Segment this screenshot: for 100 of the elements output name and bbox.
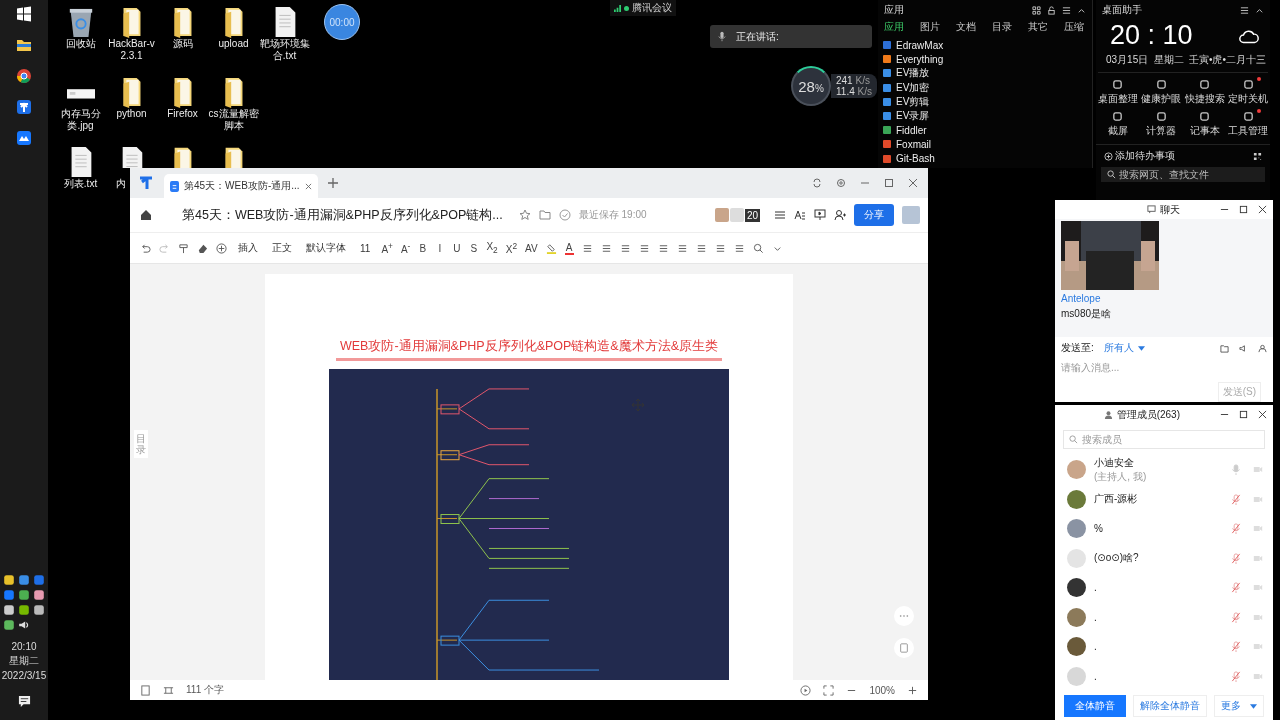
close-icon[interactable] — [1258, 205, 1267, 214]
format-toolbar-button[interactable]: A$^{+}$ — [381, 240, 393, 256]
menu-icon[interactable] — [1240, 5, 1249, 15]
paragraph-format-icon[interactable] — [619, 242, 631, 254]
tray-icon[interactable] — [3, 619, 15, 631]
paragraph-format-icon[interactable] — [581, 242, 593, 254]
more-button[interactable]: 更多 — [1213, 695, 1264, 717]
page-width-icon[interactable] — [163, 684, 174, 696]
desktop-icon-label[interactable]: 靶场环境集合.txt — [259, 38, 310, 62]
paragraph-format-icon[interactable] — [695, 242, 707, 254]
category-tab[interactable]: 其它 — [1028, 20, 1048, 34]
tool-shortcut[interactable]: 记事本 — [1183, 111, 1227, 138]
app-name[interactable]: EdrawMax — [896, 39, 944, 51]
app-name[interactable]: EV播放 — [896, 66, 930, 81]
highlighter-icon[interactable] — [545, 242, 557, 254]
user-icon[interactable] — [1258, 343, 1267, 353]
close-icon[interactable] — [908, 178, 918, 188]
unmute-all-button[interactable]: 解除全体静音 — [1133, 695, 1207, 717]
paragraph-style-dropdown[interactable]: 正文 — [272, 241, 292, 255]
format-toolbar-button[interactable]: I — [435, 242, 445, 254]
desktop-icon-label[interactable]: Firefox — [157, 108, 208, 120]
lock-icon[interactable] — [1047, 5, 1056, 15]
text-format-icon[interactable] — [794, 209, 806, 221]
tool-shortcut[interactable]: 定时关机 — [1226, 79, 1270, 106]
mute-all-button[interactable]: 全体静音 — [1064, 695, 1127, 717]
sync-icon[interactable] — [812, 178, 822, 188]
desktop-icon-label[interactable]: cs流量解密脚本 — [208, 108, 259, 132]
close-icon[interactable] — [304, 182, 312, 190]
format-toolbar-button[interactable]: S — [469, 242, 479, 254]
new-tab-icon[interactable] — [327, 178, 338, 188]
tool-shortcut[interactable]: 桌面整理 — [1096, 79, 1140, 106]
app-name[interactable]: EV加密 — [896, 80, 930, 95]
desktop-icon-label[interactable]: python — [106, 108, 157, 120]
undo-icon[interactable] — [140, 242, 151, 254]
tray-icon[interactable] — [18, 589, 30, 601]
maximize-icon[interactable] — [1239, 410, 1248, 419]
presentation-icon[interactable] — [814, 209, 826, 221]
tool-shortcut[interactable]: 截屏 — [1096, 111, 1140, 138]
app-icon[interactable] — [882, 125, 892, 136]
muted-microphone-icon[interactable] — [1231, 523, 1241, 535]
format-painter-icon[interactable] — [178, 242, 189, 254]
panel-icon[interactable] — [140, 684, 151, 696]
desktop-icon-label[interactable]: 列表.txt — [55, 178, 106, 190]
app-icon[interactable] — [882, 54, 892, 65]
format-toolbar-button[interactable]: X$_{2}$ — [486, 241, 498, 255]
tool-shortcut[interactable]: 快捷搜索 — [1183, 79, 1227, 106]
paragraph-format-icon[interactable] — [676, 242, 688, 254]
muted-microphone-icon[interactable] — [1231, 493, 1241, 505]
meeting-bar[interactable]: 腾讯会议 — [610, 0, 676, 16]
tray-icon[interactable] — [33, 589, 45, 601]
app-icon[interactable] — [882, 82, 892, 93]
paragraph-format-icon[interactable] — [714, 242, 726, 254]
maximize-icon[interactable] — [884, 178, 894, 188]
add-todo-link[interactable]: 添加待办事项 — [1115, 149, 1175, 163]
tool-shortcut[interactable]: 计算器 — [1139, 111, 1183, 138]
grid-icon[interactable] — [1032, 5, 1041, 15]
format-toolbar-button[interactable]: AV — [525, 242, 538, 254]
format-toolbar-button[interactable]: U — [452, 242, 462, 254]
tray-icon[interactable] — [3, 574, 15, 586]
recipient-dropdown[interactable]: 所有人 — [1103, 341, 1134, 355]
font-size-dropdown[interactable]: 11 — [360, 242, 371, 254]
app-name[interactable]: Fiddler — [896, 124, 927, 136]
app-icon[interactable] — [882, 96, 892, 107]
muted-microphone-icon[interactable] — [1231, 641, 1241, 653]
paragraph-format-icon[interactable] — [733, 242, 745, 254]
member-search-field[interactable]: 搜索成员 — [1063, 430, 1265, 449]
paragraph-format-icon[interactable] — [600, 242, 612, 254]
app-name[interactable]: EV剪辑 — [896, 94, 930, 109]
tool-shortcut[interactable]: 健康护眼 — [1139, 79, 1183, 106]
folder-icon[interactable] — [16, 37, 32, 53]
category-tab[interactable]: 应用 — [884, 20, 904, 34]
format-toolbar-button[interactable]: X$^{2}$ — [505, 240, 517, 256]
clock-time[interactable]: 20:10 — [11, 641, 37, 652]
app-icon[interactable] — [882, 111, 892, 122]
muted-microphone-icon[interactable] — [1231, 611, 1241, 623]
qr-code-icon[interactable] — [1253, 151, 1262, 161]
app-icon[interactable] — [16, 99, 32, 115]
collaborator-count[interactable]: 20 — [744, 208, 760, 222]
desktop-icon-label[interactable]: 内存马分类.jpg — [55, 108, 106, 132]
star-icon[interactable] — [518, 209, 531, 221]
home-icon[interactable] — [140, 209, 152, 221]
category-tab[interactable]: 文档 — [956, 20, 976, 34]
caret-icon[interactable] — [1137, 345, 1145, 351]
desktop-icon-label[interactable]: HackBar-v2.3.1 — [106, 38, 157, 62]
desktop-icon-label[interactable]: upload — [208, 38, 259, 50]
settings-icon[interactable] — [836, 178, 846, 188]
eraser-icon[interactable] — [197, 242, 208, 254]
tray-icon[interactable] — [3, 604, 15, 616]
font-color-button[interactable]: A — [564, 241, 574, 255]
zoom-in-icon[interactable] — [907, 684, 918, 696]
app-name[interactable]: EV录屏 — [896, 109, 930, 124]
muted-microphone-icon[interactable] — [1231, 582, 1241, 594]
category-tab[interactable]: 压缩 — [1064, 20, 1084, 34]
muted-microphone-icon[interactable] — [1231, 670, 1241, 682]
zoom-level[interactable]: 100% — [869, 684, 895, 696]
browser-icon[interactable] — [16, 68, 32, 84]
maximize-icon[interactable] — [1239, 205, 1248, 214]
document-title[interactable]: 第45天：WEB攻防-通用漏洞&PHP反序列化&POP链构... — [182, 206, 503, 224]
play-icon[interactable] — [800, 684, 812, 696]
desktop-icon-label[interactable]: 内 — [116, 178, 126, 190]
